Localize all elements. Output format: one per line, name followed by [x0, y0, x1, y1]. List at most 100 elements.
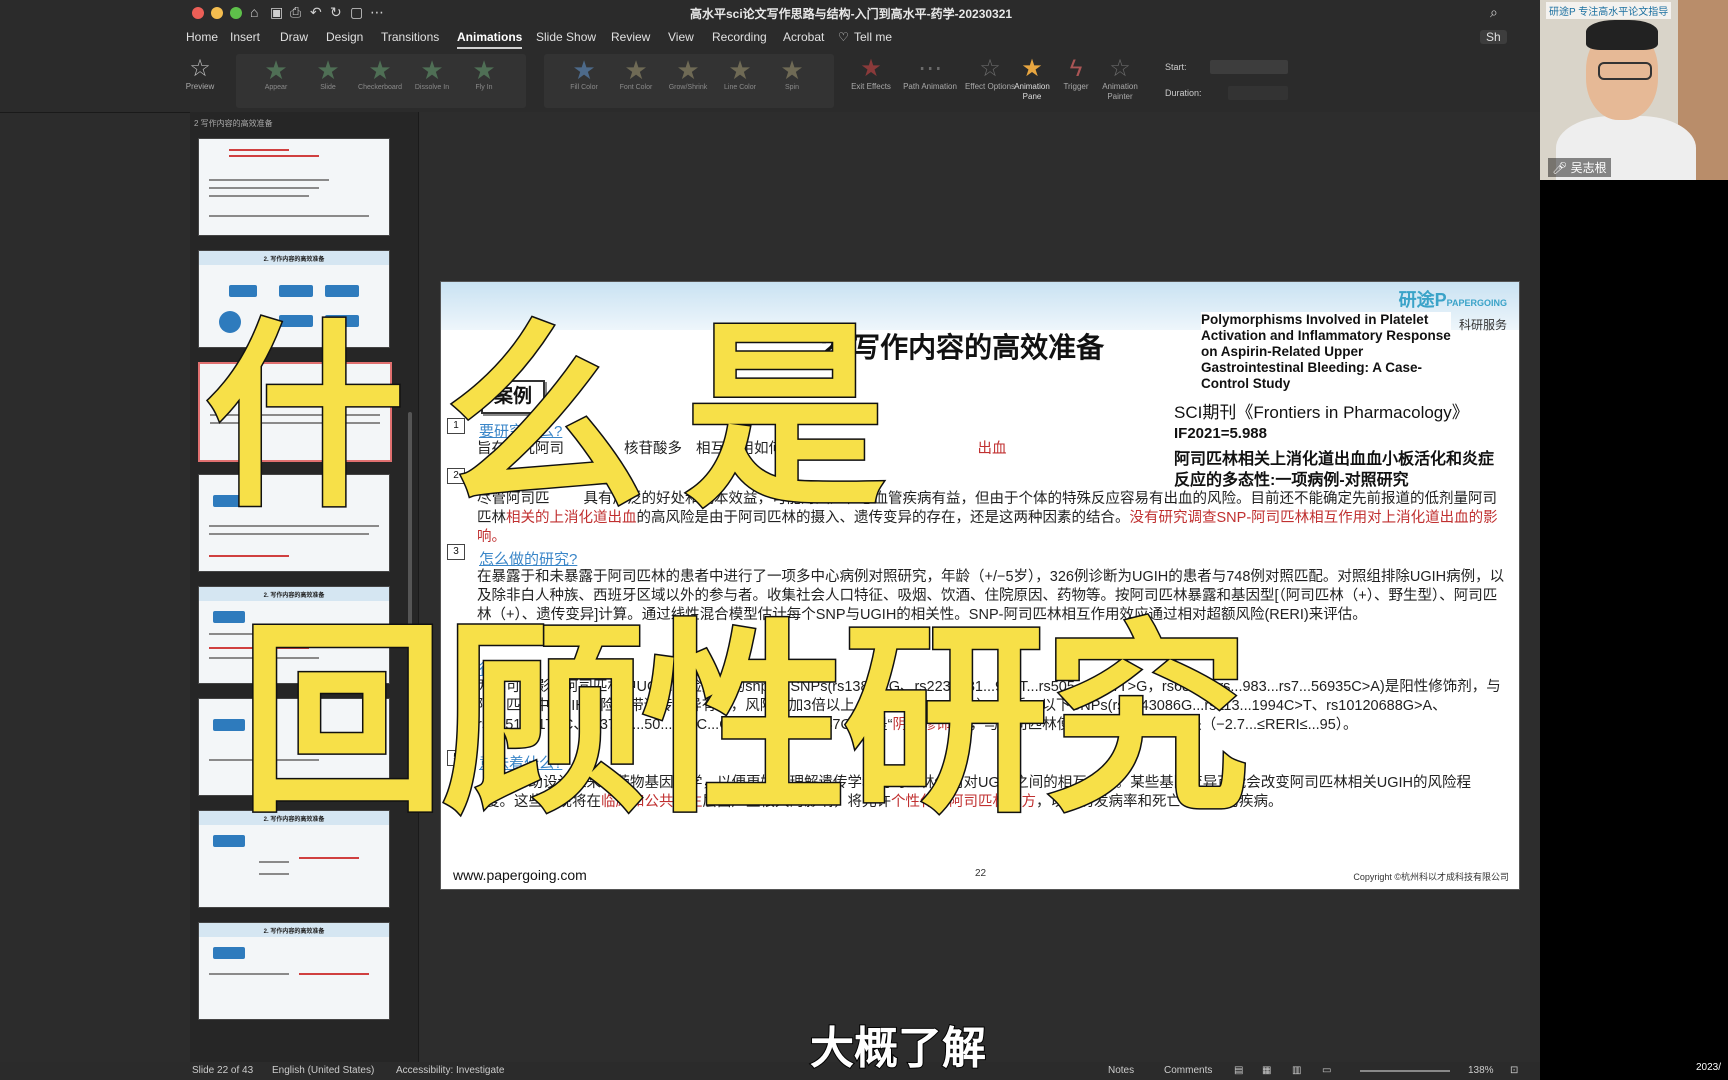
- normal-view-icon[interactable]: ▤: [1234, 1065, 1243, 1076]
- slide-thumbnail[interactable]: 2. 写作内容的高效准备: [198, 810, 390, 908]
- thumb-text: [209, 657, 319, 659]
- slideshow-view-icon[interactable]: ▭: [1322, 1065, 1331, 1076]
- font-color-effect[interactable]: ★ Font Color: [611, 56, 661, 91]
- tell-me-box[interactable]: Tell me: [854, 30, 892, 44]
- thumb-box: [213, 611, 245, 623]
- effect-label: Spin: [784, 84, 799, 91]
- star-icon: ★: [780, 55, 804, 85]
- share-button[interactable]: Sh: [1480, 30, 1507, 44]
- thumb-title: 2. 写作内容的高效准备: [263, 817, 325, 823]
- preview-label: Preview: [185, 82, 215, 91]
- effect-label: Slide: [320, 84, 336, 91]
- thumb-text: [210, 414, 380, 416]
- language[interactable]: English (United States): [272, 1065, 374, 1076]
- fill-color-effect[interactable]: ★ Fill Color: [559, 56, 609, 91]
- dissolve-in-effect[interactable]: ★ Dissolve In: [407, 56, 457, 91]
- save-icon[interactable]: ▣: [270, 4, 283, 21]
- star-icon: ★: [624, 55, 648, 85]
- speaker-name: 🎤︎ 吴志根: [1548, 158, 1611, 177]
- search-icon[interactable]: ⌕: [1490, 4, 1498, 21]
- redo-icon[interactable]: ↻: [330, 4, 342, 21]
- grow-shrink-effect[interactable]: ★ Grow/Shrink: [663, 56, 713, 91]
- home-icon[interactable]: ⌂: [250, 4, 258, 20]
- thumb-text: [209, 973, 289, 975]
- tab-animations[interactable]: Animations: [457, 30, 523, 49]
- new-doc-icon[interactable]: ▢: [350, 4, 363, 21]
- slide-22[interactable]: 研途PPAPERGOING 科研服务 2. 写作内容的高效准备 Polymorp…: [440, 281, 1520, 890]
- close-window-button[interactable]: [192, 7, 204, 19]
- answer-2: 尽管阿司匹 具有广泛的好处和成本效益，可能对癌症和心血管疾病有益，但由于个体的特殊…: [477, 491, 1498, 545]
- tab-transitions[interactable]: Transitions: [381, 30, 439, 44]
- tab-draw[interactable]: Draw: [280, 30, 308, 44]
- question-2: 为什么要研: [479, 473, 555, 490]
- slide-thumbnail[interactable]: [198, 474, 390, 572]
- slide-thumbnail[interactable]: [198, 138, 390, 236]
- reading-view-icon[interactable]: ▥: [1292, 1065, 1301, 1076]
- tab-view[interactable]: View: [668, 30, 694, 44]
- thumb-text: [209, 759, 319, 761]
- animation-painter-button[interactable]: ☆ Animation Painter: [1092, 56, 1148, 102]
- start-select[interactable]: [1210, 60, 1288, 74]
- zoom-level[interactable]: 138%: [1468, 1065, 1494, 1076]
- zoom-window-button[interactable]: [230, 7, 242, 19]
- exit-effects-button[interactable]: ★ Exit Effects: [843, 56, 899, 92]
- thumb-box: [213, 719, 245, 731]
- copyright: Copyright ©杭州科以才成科技有限公司: [1353, 872, 1509, 882]
- answer-3: 在暴露于和未暴露于阿司匹林的患者中进行了一项多中心病例对照研究，年龄（+/−5岁…: [477, 569, 1505, 623]
- slide-thumbnail[interactable]: 2. 写作内容的高效准备: [198, 250, 390, 348]
- slide-effect[interactable]: ★ Slide: [303, 56, 353, 91]
- thumb-text: [209, 215, 369, 217]
- notes-button[interactable]: Notes: [1108, 1065, 1134, 1076]
- tab-design[interactable]: Design: [326, 30, 363, 44]
- tab-acrobat[interactable]: Acrobat: [783, 30, 824, 44]
- effect-label: Appear: [264, 84, 288, 91]
- minimize-window-button[interactable]: [211, 7, 223, 19]
- thumb-text: [310, 392, 380, 394]
- appear-effect[interactable]: ★ Appear: [251, 56, 301, 91]
- exit-effects-label: Exit Effects: [851, 82, 891, 91]
- star-icon: ★: [676, 55, 700, 85]
- slide-thumbnail[interactable]: [198, 698, 390, 796]
- undo-icon[interactable]: ↶: [310, 4, 322, 21]
- effect-label: Fill Color: [570, 84, 598, 91]
- preview-button[interactable]: ☆ Preview: [180, 56, 220, 92]
- thumb-text: [209, 533, 369, 535]
- line-color-effect[interactable]: ★ Line Color: [715, 56, 765, 91]
- slide-thumbnail-current[interactable]: [198, 362, 392, 462]
- path-animation-button[interactable]: ⋯ Path Animation: [902, 56, 958, 92]
- slide-sorter-icon[interactable]: ▦: [1262, 1065, 1271, 1076]
- question-1: 要研究什么?: [479, 423, 563, 440]
- fit-slide-icon[interactable]: ⊡: [1510, 1065, 1518, 1076]
- powerpoint-window: ⌂ ▣ ⎙ ↶ ↻ ▢ ⋯ 高水平sci论文写作思路与结构-入门到高水平-药学-…: [0, 0, 1540, 1080]
- tab-review[interactable]: Review: [611, 30, 650, 44]
- tab-recording[interactable]: Recording: [712, 30, 767, 44]
- tab-home[interactable]: Home: [186, 30, 218, 44]
- effect-label: Dissolve In: [414, 84, 450, 91]
- tab-slide-show[interactable]: Slide Show: [536, 30, 596, 44]
- tab-insert[interactable]: Insert: [230, 30, 260, 44]
- question-3: 怎么做的研究?: [479, 551, 578, 568]
- slide-title: 2. 写作内容的高效准备: [821, 332, 1105, 363]
- comments-button[interactable]: Comments: [1164, 1065, 1212, 1076]
- accessibility-status[interactable]: Accessibility: Investigate: [396, 1065, 504, 1076]
- thumb-text: [209, 195, 309, 197]
- print-icon[interactable]: ⎙: [290, 4, 301, 21]
- more-icon[interactable]: ⋯: [370, 4, 384, 21]
- checkerboard-effect[interactable]: ★ Checkerboard: [355, 56, 405, 91]
- fly-in-effect[interactable]: ★ Fly In: [459, 56, 509, 91]
- star-icon: ★: [368, 55, 392, 85]
- spin-effect[interactable]: ★ Spin: [767, 56, 817, 91]
- section-label: 2 写作内容的高效准备: [194, 119, 273, 128]
- thumb-box: [279, 315, 313, 327]
- slide-thumbnail[interactable]: 2. 写作内容的高效准备: [198, 586, 390, 684]
- thumbnails-scrollbar[interactable]: [408, 412, 412, 772]
- zoom-slider[interactable]: [1360, 1070, 1450, 1072]
- thumb-box: [325, 285, 359, 297]
- slide-thumbnail[interactable]: 2. 写作内容的高效准备: [198, 922, 390, 1020]
- star-icon: ☆: [189, 55, 211, 82]
- duration-field[interactable]: [1228, 86, 1288, 100]
- speaker-hair: [1586, 20, 1658, 50]
- thumb-text: [259, 873, 289, 875]
- path-icon: ⋯: [918, 55, 942, 82]
- thumb-text: [209, 179, 329, 181]
